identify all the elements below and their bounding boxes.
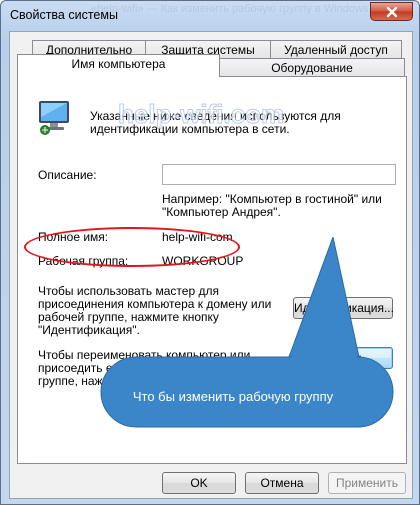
title-bar[interactable]: Свойства системы «help-wifi» — Как измен… — [1, 1, 419, 31]
ok-button[interactable]: OK — [162, 472, 236, 494]
watermark-text: «help-wifi» — Как изменить рабочую групп… — [91, 3, 369, 15]
callout-text: Что бы изменить рабочую группу — [132, 389, 334, 404]
close-icon — [386, 6, 397, 17]
description-input[interactable] — [162, 164, 396, 185]
system-properties-window: Свойства системы «help-wifi» — Как измен… — [0, 0, 420, 505]
tab-hardware[interactable]: Оборудование — [219, 58, 405, 78]
watermark-overlay: help-wifi.com — [117, 99, 285, 129]
description-label: Описание: — [38, 168, 97, 182]
cancel-button[interactable]: Отмена — [245, 472, 319, 494]
tab-remote[interactable]: Удаленный доступ — [270, 40, 402, 60]
tab-computer-name[interactable]: Имя компьютера — [17, 54, 220, 77]
apply-button[interactable]: Применить — [328, 472, 406, 494]
close-button[interactable] — [370, 2, 413, 21]
example-text-line2: "Компьютер Андрея". — [162, 205, 281, 219]
computer-icon — [39, 101, 69, 135]
